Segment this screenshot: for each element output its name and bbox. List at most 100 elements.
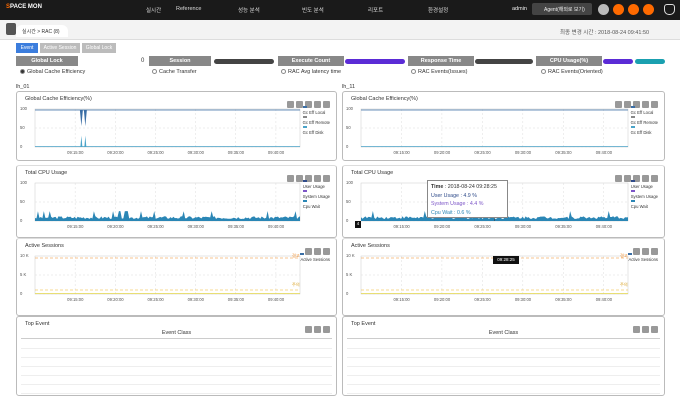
instance-label: lh_11 [342, 84, 356, 90]
divider [347, 338, 660, 339]
x-tick-label: 09:30:00 [514, 150, 532, 155]
x-tick-label: 09:30:00 [187, 150, 204, 155]
x-tick-label: 09:15:00 [67, 224, 84, 229]
y-tick-label: 50 [346, 125, 351, 130]
x-tick-label: 09:20:00 [107, 224, 124, 229]
x-tick-label: 09:25:00 [147, 297, 164, 302]
as-chart [360, 255, 629, 295]
gce-chart [34, 108, 301, 148]
x-tick-label: 09:35:00 [555, 224, 572, 229]
y-tick-label: 50 [20, 125, 25, 130]
user-name: admin [512, 6, 527, 12]
x-tick-label: 09:40:00 [595, 224, 613, 229]
x-tick-label: 09:30:00 [187, 224, 204, 229]
series-spike [80, 135, 83, 147]
menu-icon[interactable] [598, 4, 609, 15]
x-tick-label: 09:20:00 [433, 297, 451, 302]
radio-events-issues[interactable]: RAC Events(Issues) [411, 69, 468, 75]
x-tick-label: 09:35:00 [227, 224, 245, 229]
event-class-header: Event Class [161, 330, 192, 336]
y-tick-label: 100 [346, 180, 353, 185]
event-row [21, 393, 332, 394]
tab-active-session[interactable]: Active Session [40, 43, 80, 53]
x-tick-label: 09:40:00 [267, 224, 285, 229]
radio-avg-latency[interactable]: RAC Avg latency time [281, 69, 341, 75]
x-tick-label: 09:35:00 [555, 297, 572, 302]
response-time-bar [475, 59, 533, 64]
radio-cache-transfer[interactable]: Cache Transfer [152, 69, 197, 75]
series-dip [79, 110, 83, 127]
x-tick-label: 09:35:00 [555, 150, 572, 155]
sub-header: 실시간 > RAC (8) 최종 변경 시간 : 2018-08-24 09:4… [0, 20, 680, 40]
cpu-marker: 4 [355, 221, 361, 228]
as-panel: Active Sessions Active Sessions 10 K5 K 0 09… [16, 238, 337, 316]
gce-chart [360, 108, 629, 148]
page-tab[interactable]: 실시간 > RAC (8) [16, 25, 68, 37]
y-tick-label: 100 [20, 180, 27, 185]
x-tick-label: 09:25:00 [147, 224, 164, 229]
y-tick-label: 10 K [346, 253, 355, 258]
agent-view-button[interactable]: Agent(해외로 보기) [532, 3, 592, 15]
gce-panel: Global Cache Efficiency(%) Gc Eff Local Gc… [342, 91, 665, 161]
event-row [21, 357, 332, 358]
series-cpu-area [35, 211, 300, 221]
as-chart [34, 255, 301, 295]
y-tick-label: 50 [346, 199, 351, 204]
warning-label: 경고 [292, 253, 300, 258]
nav-performance[interactable]: 성능 분석 [238, 6, 260, 14]
te-panel: Top Event Event Class [16, 316, 337, 396]
radio-events-oriented[interactable]: RAC Events(Oriented) [541, 69, 603, 75]
y-tick-label: 0 [346, 144, 349, 149]
crosshair-time: 09:28:25 [493, 256, 519, 264]
cpu-bar-1 [603, 59, 633, 64]
tab-event[interactable]: Event [16, 43, 38, 53]
metric-cpu-usage: CPU Usage(%) [536, 56, 602, 66]
x-tick-label: 09:35:00 [227, 297, 245, 302]
x-tick-label: 09:30:00 [514, 297, 532, 302]
y-tick-label: 5 K [20, 272, 27, 277]
x-tick-label: 09:25:00 [147, 150, 164, 155]
y-tick-label: 100 [346, 106, 353, 111]
x-tick-label: 09:25:00 [474, 150, 491, 155]
metric-global-lock: Global Lock [16, 56, 78, 66]
nav-realtime[interactable]: 실시간 [146, 6, 161, 14]
radio-gce[interactable]: Global Cache Efficiency [20, 69, 85, 75]
te-panel: Top Event Event Class [342, 316, 665, 396]
event-row [347, 393, 660, 394]
tab-global-lock[interactable]: Global Lock [82, 43, 116, 53]
panel-toolbar [631, 320, 658, 333]
panel-toolbar [303, 320, 330, 333]
list-icon[interactable] [6, 23, 16, 35]
nav-reference[interactable]: Reference [176, 6, 201, 12]
bell-icon[interactable] [664, 4, 675, 15]
logo[interactable]: SPACE MON [6, 4, 42, 10]
te-title: Top Event [25, 321, 50, 327]
nav-report[interactable]: 리포트 [368, 6, 383, 14]
y-tick-label: 0 [20, 218, 23, 223]
user-icon[interactable] [613, 4, 624, 15]
series-dip [83, 110, 87, 127]
session-bar [214, 59, 274, 64]
gce-panel: Global Cache Efficiency(%) Gc Eff Local Gc… [16, 91, 337, 161]
x-tick-label: 09:15:00 [393, 297, 410, 302]
execute-count-bar [345, 59, 405, 64]
event-row [347, 348, 660, 349]
instance-label: lh_01 [16, 84, 30, 90]
x-tick-label: 09:40:00 [595, 297, 613, 302]
power-icon[interactable] [628, 4, 639, 15]
warning-label: 경고 [620, 253, 628, 258]
x-tick-label: 09:15:00 [67, 150, 84, 155]
last-updated: 최종 변경 시간 : 2018-08-24 09:41:50 [560, 30, 650, 36]
x-tick-label: 09:20:00 [107, 297, 124, 302]
y-tick-label: 0 [20, 144, 23, 149]
x-tick-label: 09:30:00 [187, 297, 204, 302]
y-tick-label: 0 [346, 218, 349, 223]
nav-frequency[interactable]: 빈도 분석 [302, 6, 324, 14]
y-tick-label: 10 K [20, 253, 29, 258]
info-icon[interactable] [643, 4, 654, 15]
as-panel: Active Sessions Active Sessions 10 K5 K 0 09… [342, 238, 665, 316]
y-tick-label: 5 K [346, 272, 353, 277]
divider [21, 338, 332, 339]
nav-settings[interactable]: 환경설정 [428, 6, 448, 14]
x-tick-label: 09:20:00 [107, 150, 124, 155]
